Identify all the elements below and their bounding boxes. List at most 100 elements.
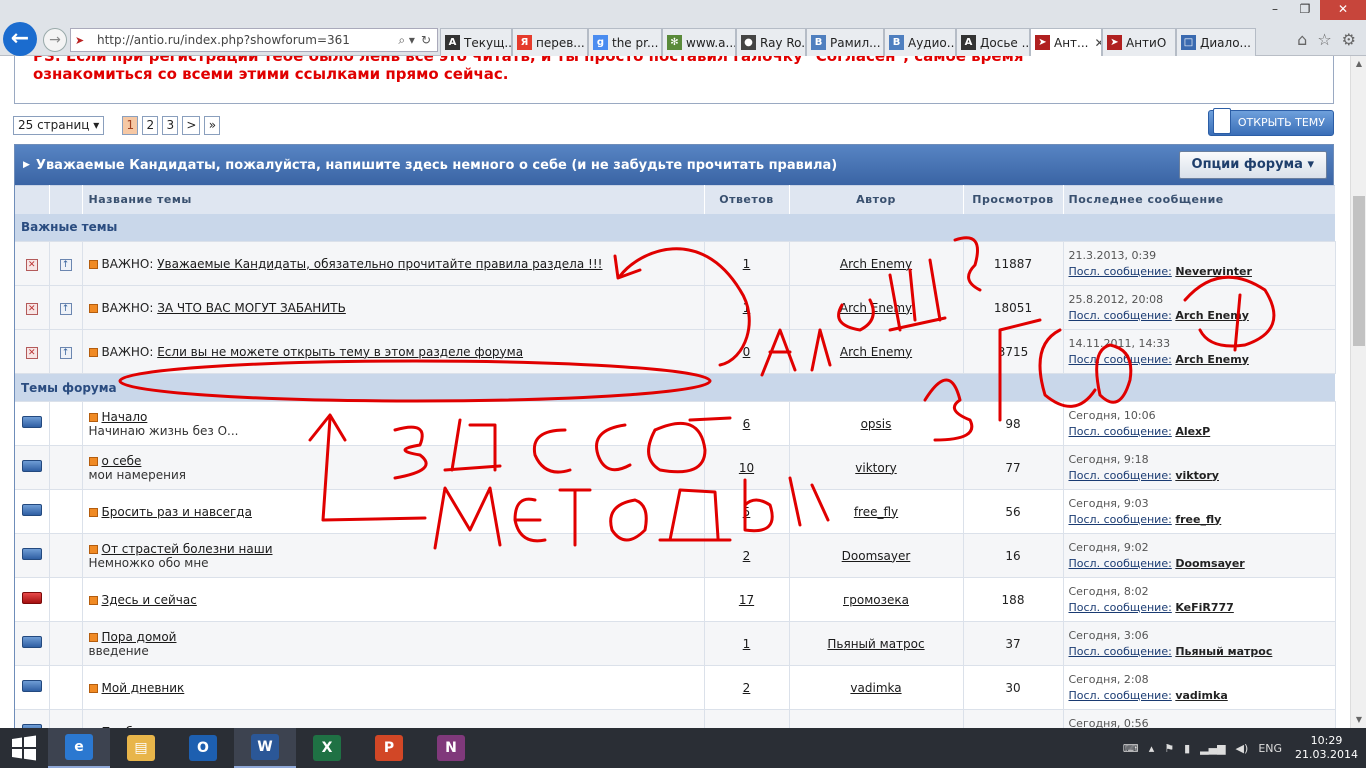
- col-topic-header[interactable]: Название темы: [82, 185, 705, 214]
- col-last-post-header[interactable]: Последнее сообщение: [1063, 185, 1336, 214]
- close-window-button[interactable]: ✕: [1320, 0, 1366, 20]
- settings-gear-icon[interactable]: ⚙: [1342, 30, 1356, 49]
- tray-expand-icon[interactable]: ▴: [1149, 742, 1155, 755]
- topic-title-link[interactable]: Начало: [102, 410, 148, 424]
- last-page-button[interactable]: »: [204, 116, 221, 135]
- topic-title-link[interactable]: Здесь и сейчас: [102, 593, 197, 607]
- page-3[interactable]: 3: [162, 116, 179, 135]
- replies-link[interactable]: 17: [739, 593, 754, 607]
- scroll-thumb[interactable]: [1353, 196, 1365, 346]
- browser-tab[interactable]: □ Диало...: [1176, 28, 1256, 56]
- taskbar-powerpoint-button[interactable]: P: [358, 728, 420, 768]
- tab-close-icon[interactable]: ✕: [1095, 36, 1102, 50]
- address-bar[interactable]: ➤ http://antio.ru/index.php?showforum=36…: [70, 28, 438, 52]
- taskbar-onenote-button[interactable]: N: [420, 728, 482, 768]
- replies-link[interactable]: 1: [743, 637, 751, 651]
- keyboard-icon[interactable]: ⌨: [1123, 742, 1139, 755]
- author-link[interactable]: Doomsayer: [842, 549, 911, 563]
- search-icon[interactable]: ⌕ ▾: [398, 33, 415, 48]
- language-indicator[interactable]: ENG: [1258, 742, 1282, 755]
- forum-options-button[interactable]: Опции форума ▾: [1178, 151, 1327, 179]
- forward-button[interactable]: →: [43, 28, 67, 52]
- scroll-up-icon[interactable]: ▲: [1351, 56, 1366, 72]
- browser-tab[interactable]: B Рамил...: [806, 28, 884, 56]
- author-link[interactable]: Arch Enemy: [840, 345, 912, 359]
- last-post-label[interactable]: Посл. сообщение:: [1069, 265, 1172, 278]
- col-author-header[interactable]: Автор: [789, 185, 964, 214]
- address-url[interactable]: http://antio.ru/index.php?showforum=361: [97, 33, 398, 47]
- restore-button[interactable]: ❐: [1290, 0, 1320, 20]
- replies-link[interactable]: 5: [743, 505, 751, 519]
- author-link[interactable]: громозека: [843, 593, 909, 607]
- author-link[interactable]: vadimka: [850, 681, 901, 695]
- battery-icon[interactable]: ▮: [1184, 742, 1190, 755]
- back-button[interactable]: ←: [3, 22, 37, 56]
- last-post-user[interactable]: vadimka: [1175, 689, 1227, 702]
- author-link[interactable]: Arch Enemy: [840, 257, 912, 271]
- collapse-arrow-icon[interactable]: ▶: [23, 160, 30, 170]
- last-post-label[interactable]: Посл. сообщение:: [1069, 601, 1172, 614]
- last-post-user[interactable]: Пьяный матрос: [1175, 645, 1272, 658]
- browser-tab[interactable]: ➤ АнтиО: [1102, 28, 1176, 56]
- volume-icon[interactable]: ◀): [1236, 742, 1249, 755]
- browser-tab[interactable]: g the pr...: [588, 28, 662, 56]
- topic-title-link[interactable]: Уважаемые Кандидаты, обязательно прочита…: [157, 257, 602, 271]
- taskbar-explorer-button[interactable]: ▤: [110, 728, 172, 768]
- taskbar-ie-button[interactable]: e: [48, 728, 110, 768]
- page-1[interactable]: 1: [122, 116, 139, 135]
- last-post-label[interactable]: Посл. сообщение:: [1069, 513, 1172, 526]
- last-post-user[interactable]: Arch Enemy: [1175, 309, 1249, 322]
- author-link[interactable]: Пьяный матрос: [827, 637, 924, 651]
- home-icon[interactable]: ⌂: [1297, 30, 1307, 49]
- last-post-user[interactable]: Neverwinter: [1175, 265, 1252, 278]
- flag-icon[interactable]: ⚑: [1164, 742, 1174, 755]
- last-post-label[interactable]: Посл. сообщение:: [1069, 689, 1172, 702]
- replies-link[interactable]: 2: [743, 549, 751, 563]
- clock[interactable]: 10:29 21.03.2014: [1287, 734, 1366, 762]
- browser-tab[interactable]: ● Ray Ro...: [736, 28, 806, 56]
- last-post-user[interactable]: AlexP: [1175, 425, 1210, 438]
- taskbar-word-button[interactable]: W: [234, 728, 296, 768]
- browser-tab[interactable]: B Аудио...: [884, 28, 956, 56]
- topic-title-link[interactable]: Мой дневник: [102, 681, 185, 695]
- topic-title-link[interactable]: ЗА ЧТО ВАС МОГУТ ЗАБАНИТЬ: [157, 301, 346, 315]
- replies-link[interactable]: 0: [743, 345, 751, 359]
- minimize-button[interactable]: –: [1260, 0, 1290, 20]
- last-post-label[interactable]: Посл. сообщение:: [1069, 309, 1172, 322]
- author-link[interactable]: Arch Enemy: [840, 301, 912, 315]
- last-post-user[interactable]: free_fly: [1175, 513, 1221, 526]
- new-topic-button[interactable]: ОТКРЫТЬ ТЕМУ: [1208, 108, 1334, 136]
- refresh-icon[interactable]: ↻: [421, 33, 431, 47]
- last-post-label[interactable]: Посл. сообщение:: [1069, 557, 1172, 570]
- topic-title-link[interactable]: о себе: [102, 454, 142, 468]
- browser-tab[interactable]: ✻ www.a...: [662, 28, 736, 56]
- taskbar-outlook-button[interactable]: O: [172, 728, 234, 768]
- replies-link[interactable]: 10: [739, 461, 754, 475]
- topic-title-link[interactable]: Пора домой: [102, 630, 177, 644]
- last-post-label[interactable]: Посл. сообщение:: [1069, 469, 1172, 482]
- browser-tab[interactable]: A Досье ...: [956, 28, 1030, 56]
- replies-link[interactable]: 1: [743, 257, 751, 271]
- topic-title-link[interactable]: От страстей болезни наши: [102, 542, 273, 556]
- favorites-star-icon[interactable]: ☆: [1317, 30, 1331, 49]
- page-2[interactable]: 2: [142, 116, 159, 135]
- page-count-dropdown[interactable]: 25 страниц ▾: [13, 116, 105, 135]
- last-post-label[interactable]: Посл. сообщение:: [1069, 645, 1172, 658]
- browser-tab[interactable]: ➤ Ант... ✕: [1030, 28, 1102, 56]
- last-post-label[interactable]: Посл. сообщение:: [1069, 353, 1172, 366]
- last-post-label[interactable]: Посл. сообщение:: [1069, 425, 1172, 438]
- vertical-scrollbar[interactable]: ▲ ▼: [1350, 56, 1366, 728]
- replies-link[interactable]: 1: [743, 301, 751, 315]
- scroll-down-icon[interactable]: ▼: [1351, 712, 1366, 728]
- author-link[interactable]: opsis: [861, 417, 892, 431]
- browser-tab[interactable]: A Текущ...: [440, 28, 512, 56]
- last-post-user[interactable]: KeFiR777: [1175, 601, 1234, 614]
- col-views-header[interactable]: Просмотров: [963, 185, 1064, 214]
- replies-link[interactable]: 2: [743, 681, 751, 695]
- next-page-button[interactable]: >: [182, 116, 201, 135]
- last-post-user[interactable]: viktory: [1175, 469, 1219, 482]
- last-post-user[interactable]: Doomsayer: [1175, 557, 1244, 570]
- browser-tab[interactable]: Яперев...: [512, 28, 588, 56]
- topic-title-link[interactable]: Бросить раз и навсегда: [102, 505, 252, 519]
- replies-link[interactable]: 6: [743, 417, 751, 431]
